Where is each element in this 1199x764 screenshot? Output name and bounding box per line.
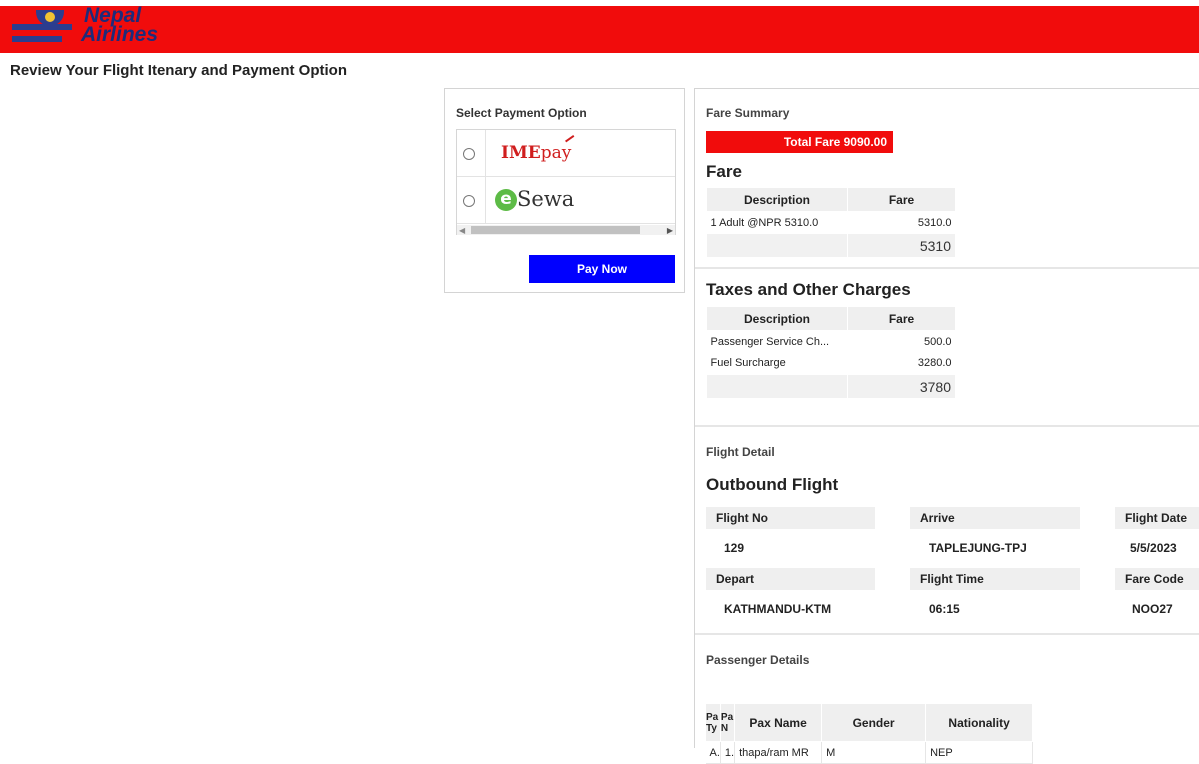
logo-band xyxy=(12,36,62,42)
total-fare-badge: Total Fare 9090.00 xyxy=(706,131,893,153)
payment-option-imepay[interactable]: IMEpay xyxy=(457,130,675,177)
outbound-flight-heading: Outbound Flight xyxy=(706,475,839,494)
table-row: Passenger Service Ch... 500.0 xyxy=(707,331,956,353)
fare-total-row: 5310 xyxy=(706,233,956,258)
summary-column: Fare Summary Total Fare 9090.00 Fare Des… xyxy=(694,88,1199,748)
fare-code-label: Fare Code xyxy=(1115,568,1199,590)
flight-detail-label: Flight Detail xyxy=(706,445,775,459)
fare-row-amount: 5310.0 xyxy=(917,216,952,229)
table-row: 1 Adult @NPR 5310.0 5310.0 xyxy=(707,212,956,234)
flight-date-label: Flight Date xyxy=(1115,507,1199,529)
arrive-value: TAPLEJUNG-TPJ xyxy=(929,541,1027,555)
scroll-right-icon[interactable]: ▶ xyxy=(667,226,673,235)
imepay-radio[interactable] xyxy=(463,148,475,160)
table-row: A. 1. thapa/ram MR M NEP xyxy=(705,741,1034,764)
fare-col-description: Description xyxy=(706,187,848,212)
logo-line-2: Airlines xyxy=(81,23,159,46)
scrollbar-thumb[interactable] xyxy=(471,226,640,234)
logo-text: Nepal Airlines xyxy=(81,5,159,46)
depart-label: Depart xyxy=(706,568,875,590)
pax-type-cell: A. xyxy=(705,741,721,764)
tax-row-description: Fuel Surcharge xyxy=(710,357,786,370)
fare-table: Description Fare 1 Adult @NPR 5310.0 531… xyxy=(706,187,956,258)
flight-time-value: 06:15 xyxy=(929,602,960,616)
fare-row-description: 1 Adult @NPR 5310.0 xyxy=(710,216,819,229)
esewa-logo-text: Sewa xyxy=(517,187,575,211)
esewa-radio[interactable] xyxy=(463,195,475,207)
pax-type-header: Pa Ty xyxy=(705,703,721,742)
tax-row-amount: 500.0 xyxy=(923,335,952,348)
empty-cell xyxy=(706,374,848,399)
imepay-logo-main: IME xyxy=(501,143,541,163)
fare-total: 5310 xyxy=(847,233,956,258)
pax-no-cell: 1. xyxy=(720,741,736,764)
scroll-left-icon[interactable]: ◀ xyxy=(459,226,465,235)
pax-no-header: Pa N xyxy=(719,703,736,742)
fare-code-value: NOO27 xyxy=(1132,602,1173,616)
gender-cell: M xyxy=(821,741,927,764)
fare-heading: Fare xyxy=(706,162,742,181)
horizontal-scrollbar[interactable]: ◀ ▶ xyxy=(457,225,675,235)
payment-panel: Select Payment Option IMEpay e Sewa ◀ ▶ … xyxy=(444,88,685,293)
flight-no-value: 129 xyxy=(724,541,745,555)
column-divider xyxy=(485,130,486,177)
fare-col-fare: Fare xyxy=(847,187,956,212)
imepay-logo-icon: IMEpay xyxy=(501,135,580,163)
esewa-e-icon: e xyxy=(495,189,517,211)
imepay-logo-suffix: pay xyxy=(540,143,572,163)
taxes-total: 3780 xyxy=(847,374,956,399)
tax-row-description: Passenger Service Ch... xyxy=(710,335,830,348)
nepal-airlines-logo[interactable]: Nepal Airlines xyxy=(12,5,158,53)
flight-no-label: Flight No xyxy=(706,507,875,529)
section-divider xyxy=(695,425,1199,427)
pax-name-header: Pax Name xyxy=(734,703,823,742)
table-row: Fuel Surcharge 3280.0 xyxy=(707,353,956,375)
taxes-total-row: 3780 xyxy=(706,374,956,399)
payment-options-list: IMEpay e Sewa ◀ ▶ xyxy=(456,129,676,235)
gender-header: Gender xyxy=(821,703,927,742)
taxes-col-fare: Fare xyxy=(847,306,956,331)
taxes-col-description: Description xyxy=(706,306,848,331)
passenger-details-label: Passenger Details xyxy=(706,653,810,667)
page-title: Review Your Flight Itenary and Payment O… xyxy=(10,62,348,79)
arrive-label: Arrive xyxy=(910,507,1080,529)
section-divider xyxy=(695,267,1199,269)
header-bar: Nepal Airlines xyxy=(0,5,1199,53)
pax-name-cell: thapa/ram MR xyxy=(734,741,823,764)
passenger-table: Pa Ty Pa N Pax Name Gender Nationality A… xyxy=(705,703,1034,764)
tax-row-amount: 3280.0 xyxy=(917,357,952,370)
nationality-header: Nationality xyxy=(925,703,1034,742)
payment-option-esewa[interactable]: e Sewa xyxy=(457,177,675,224)
taxes-table: Description Fare Passenger Service Ch...… xyxy=(706,306,956,399)
payment-title: Select Payment Option xyxy=(456,106,587,120)
flight-date-value: 5/5/2023 xyxy=(1130,541,1177,555)
logo-band xyxy=(12,24,72,30)
flight-time-label: Flight Time xyxy=(910,568,1080,590)
pay-now-button[interactable]: Pay Now xyxy=(529,255,675,283)
fare-summary-label: Fare Summary xyxy=(706,106,790,120)
section-divider xyxy=(695,633,1199,635)
depart-value: KATHMANDU-KTM xyxy=(724,602,832,616)
column-divider xyxy=(485,177,486,224)
nationality-cell: NEP xyxy=(925,741,1034,764)
empty-cell xyxy=(706,233,848,258)
taxes-heading: Taxes and Other Charges xyxy=(706,280,911,299)
